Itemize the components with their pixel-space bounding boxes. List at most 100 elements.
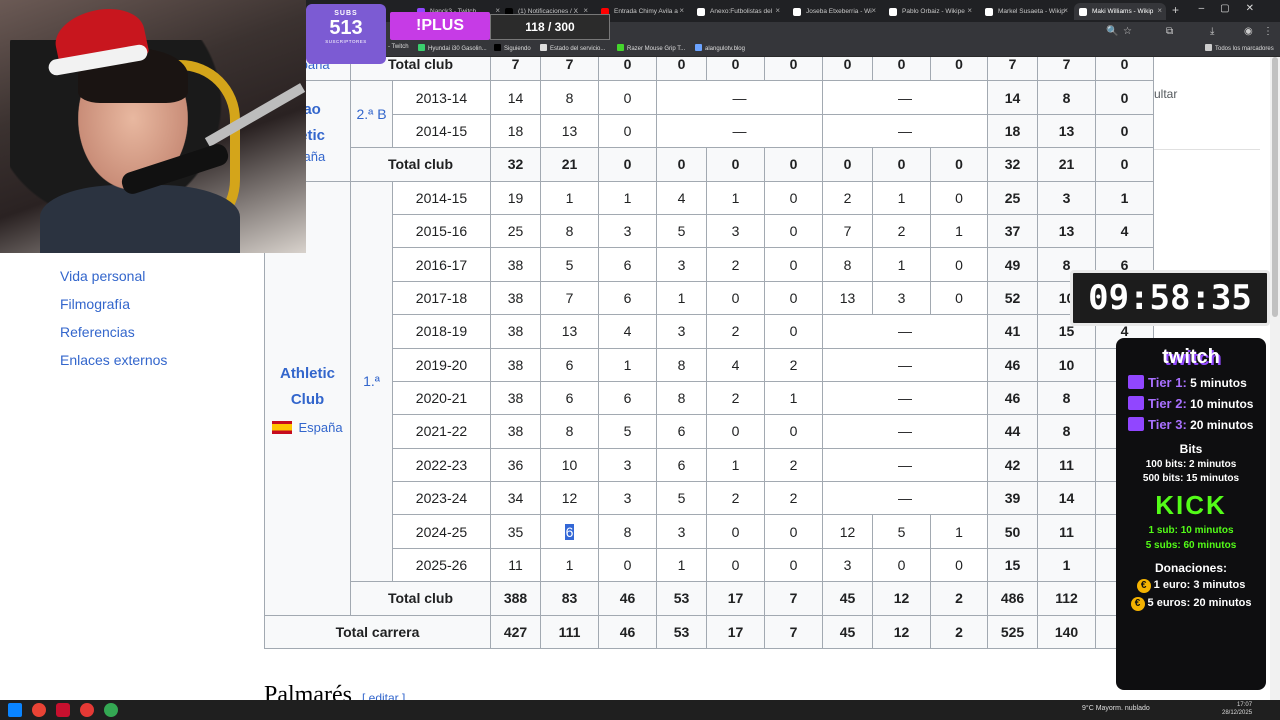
tab-close-icon[interactable]: ×: [1063, 6, 1068, 15]
tier-name: Tier 3:: [1148, 417, 1187, 432]
table-cell: —: [822, 113, 988, 149]
star-icon[interactable]: ☆: [1123, 26, 1132, 37]
bookmark-twitch[interactable]: - Twitch: [388, 44, 409, 50]
table-cell: 12: [872, 581, 931, 616]
tab-title: Entrada Chimy Avila a: [614, 8, 678, 15]
toc-link-referencias[interactable]: Referencias: [60, 318, 167, 346]
bookmark-icon: [540, 44, 547, 51]
section-heading-text: Palmarés: [264, 682, 352, 700]
table-cell: 4: [656, 180, 707, 215]
system-clock[interactable]: 17:07 28/12/2025: [1222, 701, 1252, 717]
club-link[interactable]: Athletic Club: [265, 361, 350, 413]
menu-icon[interactable]: ⋮: [1263, 26, 1273, 37]
twitch-sub-icon: [1128, 396, 1144, 410]
table-cell: 4: [706, 347, 765, 382]
tab-close-icon[interactable]: ×: [775, 6, 780, 15]
table-cell: 42: [987, 447, 1038, 483]
section-heading-palmares: Palmarés [ editar ]: [264, 682, 405, 700]
table-cell: 5: [656, 213, 707, 249]
table-cell: 14: [987, 80, 1038, 115]
tab-close-icon[interactable]: ×: [679, 6, 684, 15]
subs-count: 513: [329, 17, 363, 39]
tab-close-icon[interactable]: ×: [1157, 6, 1162, 15]
table-cell: 2: [706, 314, 765, 349]
table-cell: —: [822, 347, 988, 382]
country-label[interactable]: España: [298, 420, 342, 435]
table-cell: 0: [598, 80, 657, 115]
table-cell: 13: [1037, 113, 1096, 149]
table-cell: 112: [1037, 581, 1096, 616]
euro-icon: €: [1136, 579, 1151, 593]
table-cell: 3: [1037, 180, 1096, 215]
chrome-icon[interactable]: [32, 703, 46, 717]
donation-text: 1 euro: 3 minutos: [1153, 579, 1246, 591]
table-cell: —: [822, 481, 988, 516]
tab-close-icon[interactable]: ×: [871, 6, 876, 15]
bookmark-razer[interactable]: Razer Mouse Grip T...: [617, 44, 685, 52]
table-cell: 11: [1037, 447, 1096, 483]
bits-rule: 500 bits: 15 minutos: [1142, 473, 1240, 484]
tier-time: 10 minutos: [1190, 397, 1254, 411]
new-tab-button[interactable]: +: [1172, 3, 1179, 17]
table-cell: 2025-26: [392, 547, 491, 583]
toc-link-enlaces-externos[interactable]: Enlaces externos: [60, 346, 167, 374]
start-icon[interactable]: [8, 703, 22, 717]
tier-time: 5 minutos: [1190, 376, 1247, 390]
table-cell: 0: [598, 147, 657, 182]
table-row: 2019-20 38 6 1 8 4 2—46 10: [265, 347, 1154, 382]
browser-tab[interactable]: Joseba Etxeberria - Wi ×: [788, 3, 880, 20]
browser-tab[interactable]: Maki Williams - Wikip ×: [1074, 3, 1166, 20]
table-cell: 32: [987, 147, 1038, 182]
table-cell: 8: [1037, 80, 1096, 115]
table-cell: 4: [1095, 213, 1154, 249]
bookmark-siguiendo[interactable]: Siguiendo: [494, 44, 531, 52]
tab-title: Anexo:Futbolistas del: [710, 8, 773, 15]
zoom-icon[interactable]: 🔍: [1106, 26, 1118, 37]
table-cell: 35: [490, 514, 541, 549]
table-cell: 0: [764, 414, 823, 449]
bookmark-estado[interactable]: Estado del servicio...: [540, 44, 605, 52]
table-cell: 7: [540, 280, 599, 316]
table-cell: 2014-15: [392, 180, 491, 215]
table-cell: 1: [540, 180, 599, 215]
page-scrollbar[interactable]: [1270, 57, 1280, 700]
table-cell: 2024-25: [392, 514, 491, 549]
toc-link-filmografia[interactable]: Filmografía: [60, 290, 167, 318]
table-cell: 2: [764, 347, 823, 382]
app-icon[interactable]: [56, 703, 70, 717]
table-cell: 8: [656, 380, 707, 416]
table-cell: 6: [540, 514, 599, 549]
bookmark-alangulotv[interactable]: alangulotv.blog: [695, 44, 745, 52]
bookmark-all[interactable]: Todos los marcadores: [1205, 44, 1274, 52]
chrome-alt-icon[interactable]: [104, 703, 118, 717]
browser-tab[interactable]: Pablo Orbaiz - Wikipe ×: [884, 3, 976, 20]
tab-close-icon[interactable]: ×: [967, 6, 972, 15]
table-cell: 13: [1037, 213, 1096, 249]
table-cell: 1: [656, 547, 707, 583]
download-icon[interactable]: ⤓: [1210, 26, 1214, 37]
table-cell: 1: [1037, 547, 1096, 583]
profile-avatar-icon[interactable]: ◉: [1244, 26, 1253, 37]
table-cell: Total club: [350, 581, 491, 616]
table-cell: 0: [764, 213, 823, 249]
browser-tab[interactable]: Markel Susaeta - Wikip ×: [980, 3, 1072, 20]
edit-section-link[interactable]: [ editar ]: [362, 691, 405, 700]
weather-widget[interactable]: 9°C Mayorm. nublado: [1082, 705, 1150, 712]
bookmark-hyundai[interactable]: Hyundai i30 Gasolin...: [418, 44, 487, 52]
toc-link-vida-personal[interactable]: Vida personal: [60, 262, 167, 290]
table-cell: 3: [822, 547, 873, 583]
table-cell: 8: [540, 80, 599, 115]
bookmark-label: Hyundai i30 Gasolin...: [428, 46, 487, 52]
table-cell: 36: [490, 447, 541, 483]
table-cell: 0: [598, 547, 657, 583]
twitch-sub-icon: [1128, 417, 1144, 431]
donation-rule: €1 euro: 3 minutos: [1116, 579, 1266, 593]
browser-tab[interactable]: Anexo:Futbolistas del ×: [692, 3, 784, 20]
bookmark-label: Siguiendo: [504, 46, 531, 52]
obs-icon[interactable]: [80, 703, 94, 717]
twitch-logo: twitch: [1162, 346, 1220, 368]
scrollbar-thumb[interactable]: [1272, 57, 1278, 317]
donations-title: Donaciones:: [1154, 561, 1227, 575]
window-controls[interactable]: –▢✕: [1199, 3, 1270, 14]
extensions-icon[interactable]: ⧉: [1166, 26, 1173, 37]
